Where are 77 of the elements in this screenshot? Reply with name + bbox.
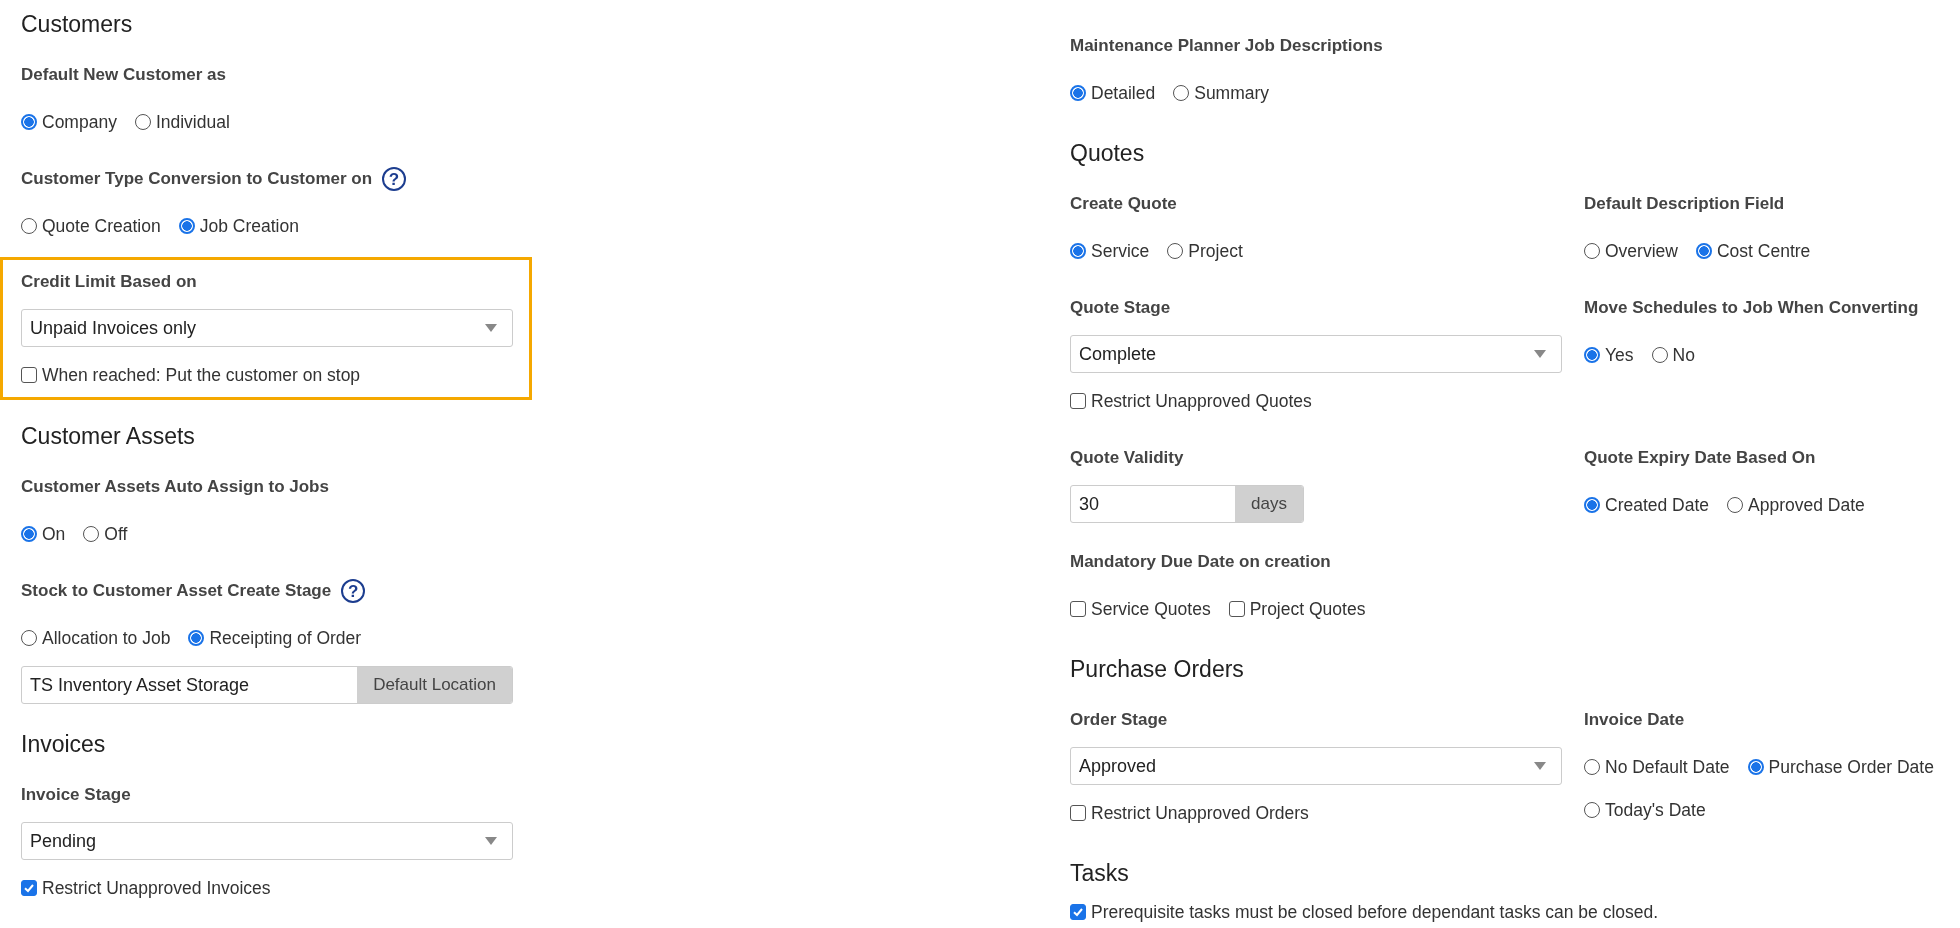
radio-label: Receipting of Order [209,627,362,649]
field-label: Maintenance Planner Job Descriptions [1070,36,1383,56]
radio-button[interactable] [178,218,195,234]
checkbox[interactable] [1070,393,1086,409]
field-label: Create Quote [1070,194,1177,214]
checkbox-label: Restrict Unapproved Orders [1091,802,1309,824]
caret-icon [1534,350,1546,358]
radio-label: Overview [1605,240,1678,262]
radio-label: Purchase Order Date [1768,756,1934,778]
section-heading: Purchase Orders [1070,655,1245,684]
field-label: Credit Limit Based on [21,272,197,292]
radio-button[interactable] [1747,759,1764,775]
help-icon[interactable]: ? [341,579,366,603]
radio-label: Created Date [1605,494,1710,516]
checkbox-label: Restrict Unapproved Quotes [1091,390,1312,412]
dropdown-select[interactable]: Unpaid Invoices only [21,309,513,347]
radio-label: Cost Centre [1716,240,1811,262]
section-heading: Customer Assets [21,422,196,451]
radio-button[interactable] [1584,347,1600,363]
section-heading: Tasks [1070,859,1130,888]
caret-icon [485,837,497,845]
checkbox-label: Prerequisite tasks must be closed before dependant tasks can be closed. [1091,901,1659,923]
checkbox-label: When reached: Put the customer on stop [42,364,361,386]
field-label: Quote Validity [1070,448,1184,468]
radio-label: Service [1091,240,1150,262]
checkbox[interactable] [21,880,37,896]
checkbox[interactable] [21,367,37,383]
dropdown-select[interactable]: Pending [21,822,513,860]
checkbox[interactable] [1070,601,1086,617]
radio-label: Today's Date [1605,799,1706,821]
field-label: Default New Customer as [21,65,226,85]
radio-label: On [42,523,66,545]
caret-icon [485,324,497,332]
radio-button[interactable] [188,630,205,646]
radio-label: Job Creation [199,215,299,237]
radio-label: Summary [1194,82,1270,104]
radio-label: Detailed [1091,82,1156,104]
checkbox[interactable] [1070,904,1086,920]
checkbox[interactable] [1070,805,1086,821]
checkbox-label: Restrict Unapproved Invoices [42,877,271,899]
field-label: Customer Assets Auto Assign to Jobs [21,477,329,497]
field-label: Mandatory Due Date on creation [1070,552,1331,572]
radio-label: Individual [155,111,230,133]
help-icon[interactable]: ? [382,167,407,191]
radio-label: Quote Creation [42,215,161,237]
caret-icon [1534,762,1546,770]
radio-label: No [1672,344,1695,366]
radio-button[interactable] [1584,497,1600,513]
radio-label: Allocation to Job [42,627,171,649]
radio-label: No Default Date [1605,756,1730,778]
section-heading: Invoices [21,730,107,759]
field-label: Invoice Stage [21,785,131,805]
radio-label: Approved Date [1748,494,1865,516]
dropdown-select[interactable]: Complete [1070,335,1562,373]
radio-button[interactable] [21,526,37,542]
field-label: Order Stage [1070,710,1168,730]
radio-button[interactable] [1070,243,1086,259]
radio-label: Company [42,111,117,133]
radio-button[interactable] [1070,85,1086,101]
section-heading: Quotes [1070,139,1146,168]
field-label: Move Schedules to Job When Converting [1584,298,1919,318]
field-label: Quote Expiry Date Based On [1584,448,1816,468]
checkbox-label: Project Quotes [1249,598,1366,620]
field-label: Quote Stage [1070,298,1171,318]
radio-label: Off [104,523,128,545]
radio-button[interactable] [1695,243,1712,259]
field-label: Invoice Date [1584,710,1685,730]
field-label: Stock to Customer Asset Create Stage [21,581,332,601]
section-heading: Customers [21,10,134,39]
radio-button[interactable] [21,114,37,130]
checkbox[interactable] [1228,601,1245,617]
radio-label: Project [1188,240,1243,262]
checkbox-label: Service Quotes [1091,598,1211,620]
field-label: Default Description Field [1584,194,1785,214]
field-label: Customer Type Conversion to Customer on [21,169,373,189]
radio-label: Yes [1605,344,1634,366]
dropdown-select[interactable]: Approved [1070,747,1562,785]
